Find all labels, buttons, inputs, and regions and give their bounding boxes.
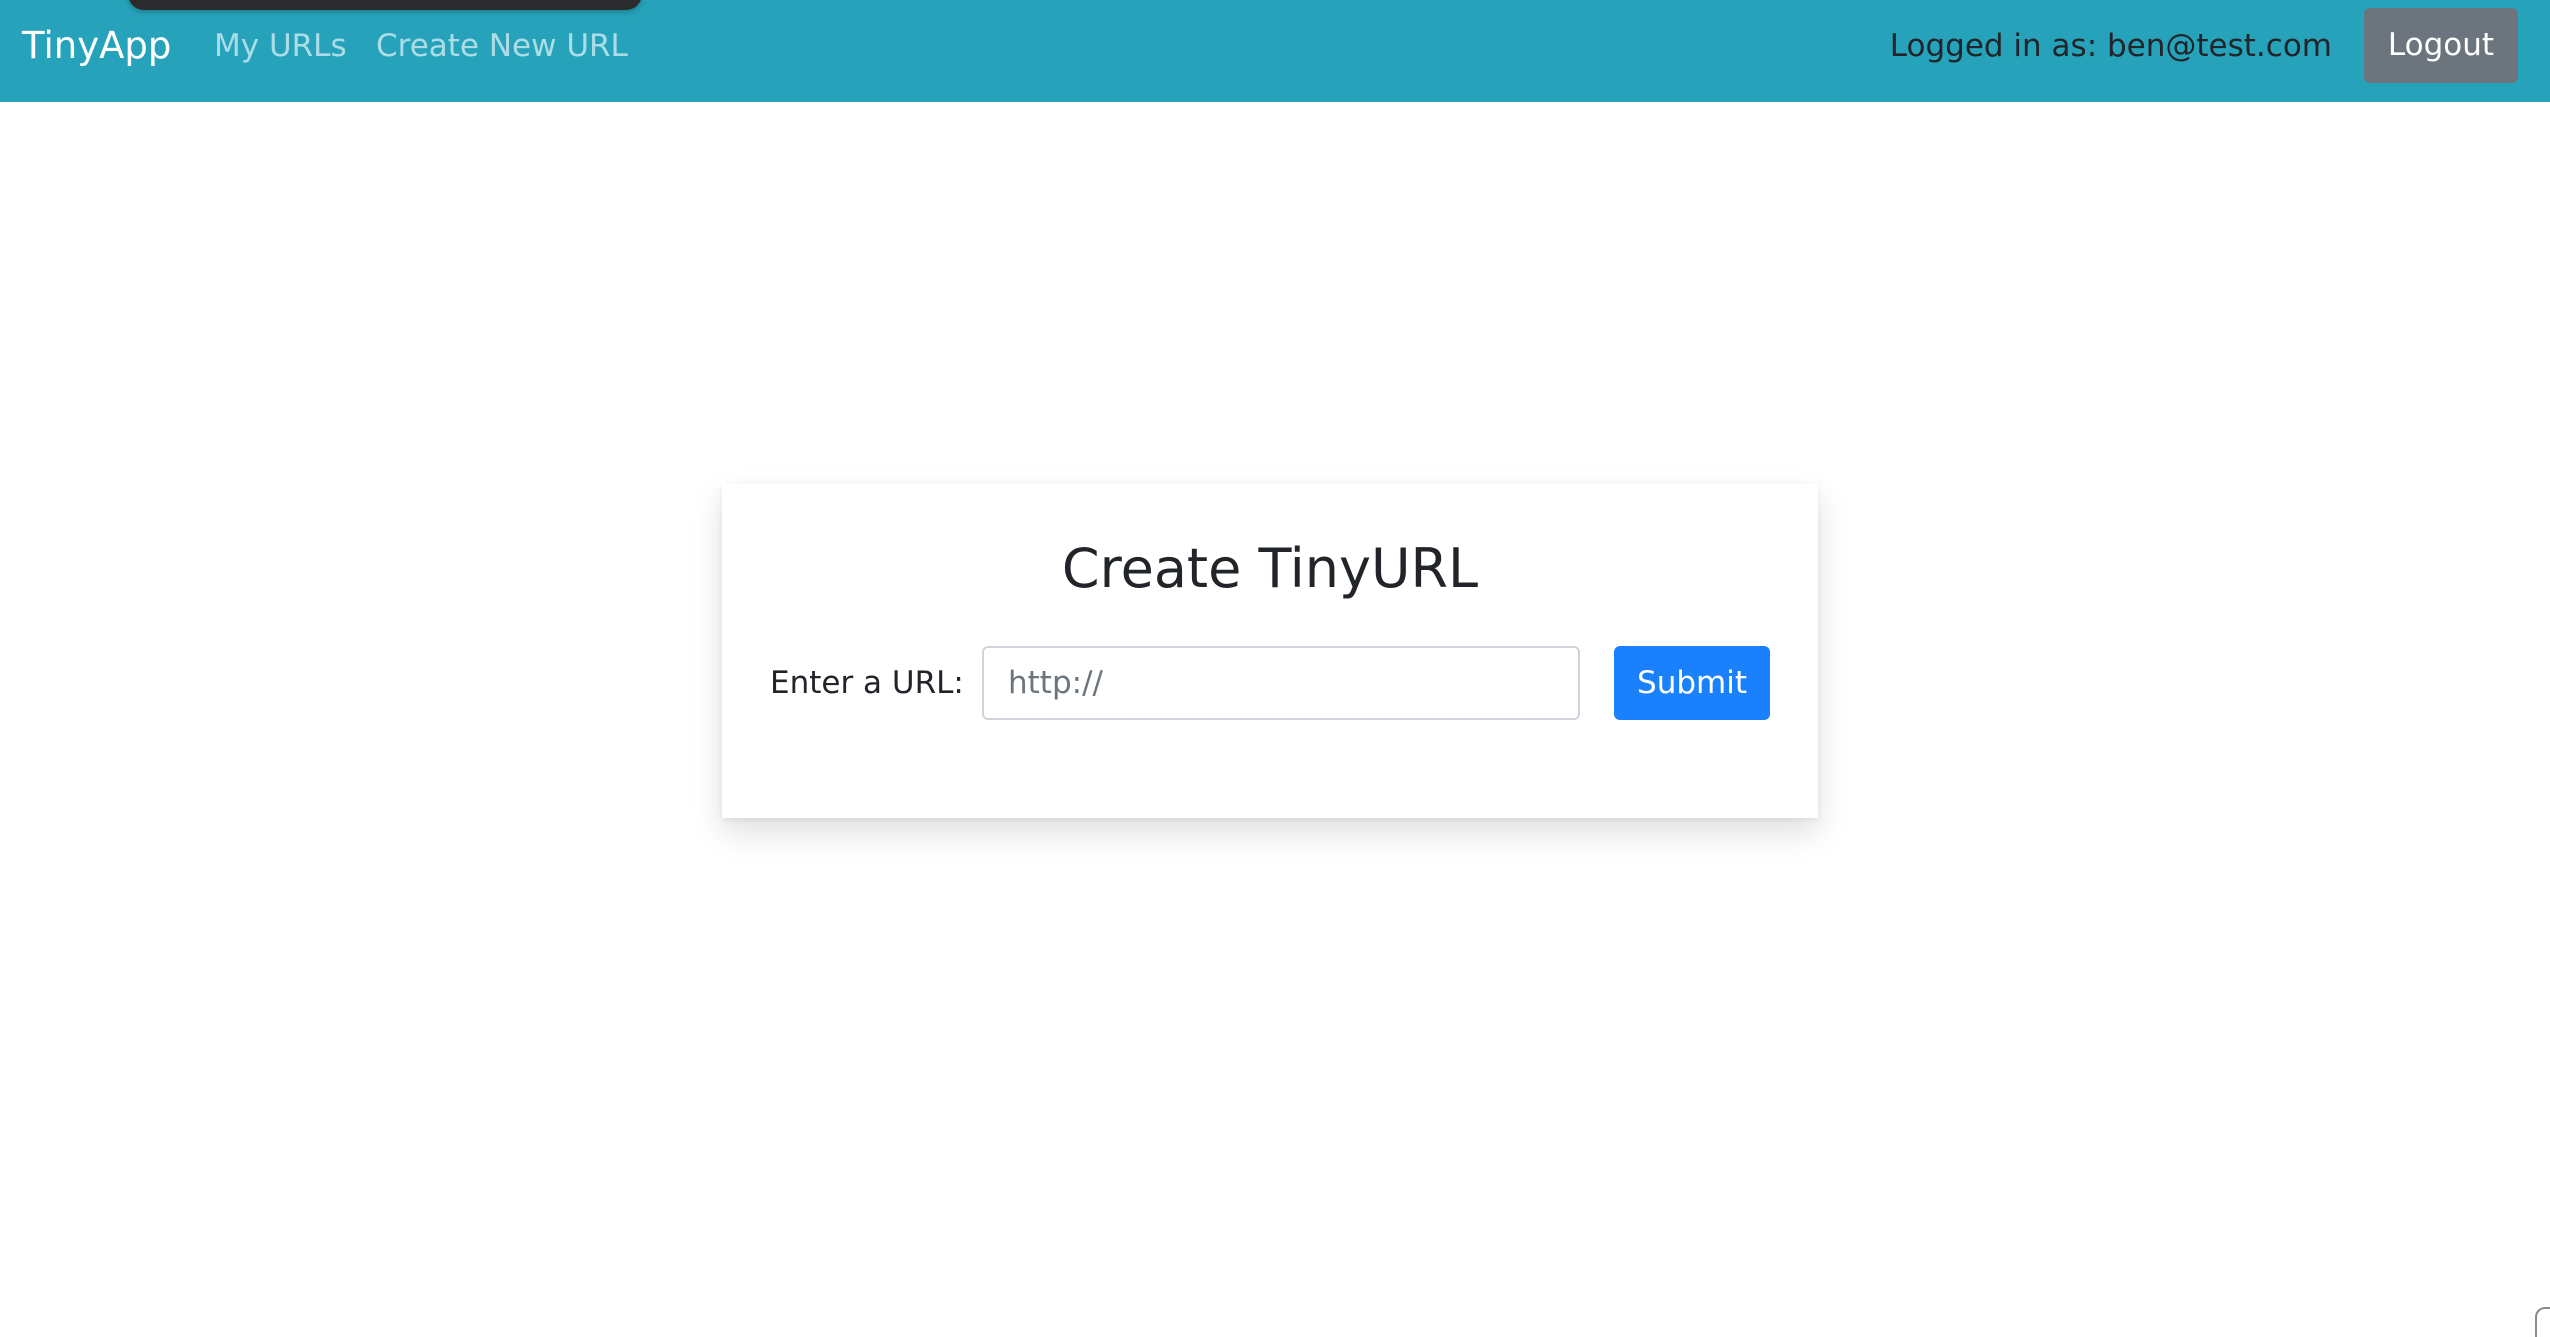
top-navbar: TinyApp My URLs Create New URL Logged in… — [0, 0, 2550, 102]
nav-link-create-new-url[interactable]: Create New URL — [376, 25, 628, 67]
page-title: Create TinyURL — [1061, 537, 1479, 600]
url-input[interactable] — [982, 646, 1580, 720]
create-url-card: Create TinyURL Enter a URL: Submit — [722, 484, 1818, 818]
url-field-label: Enter a URL: — [770, 665, 964, 701]
logout-button[interactable]: Logout — [2364, 8, 2518, 83]
nav-link-my-urls[interactable]: My URLs — [214, 25, 347, 67]
tooltip-popover — [128, 0, 642, 10]
login-status-text: Logged in as: ben@test.com — [1889, 28, 2332, 64]
submit-button[interactable]: Submit — [1614, 646, 1770, 720]
brand-logo-link[interactable]: TinyApp — [22, 22, 171, 70]
window-resize-corner[interactable] — [2535, 1307, 2550, 1337]
